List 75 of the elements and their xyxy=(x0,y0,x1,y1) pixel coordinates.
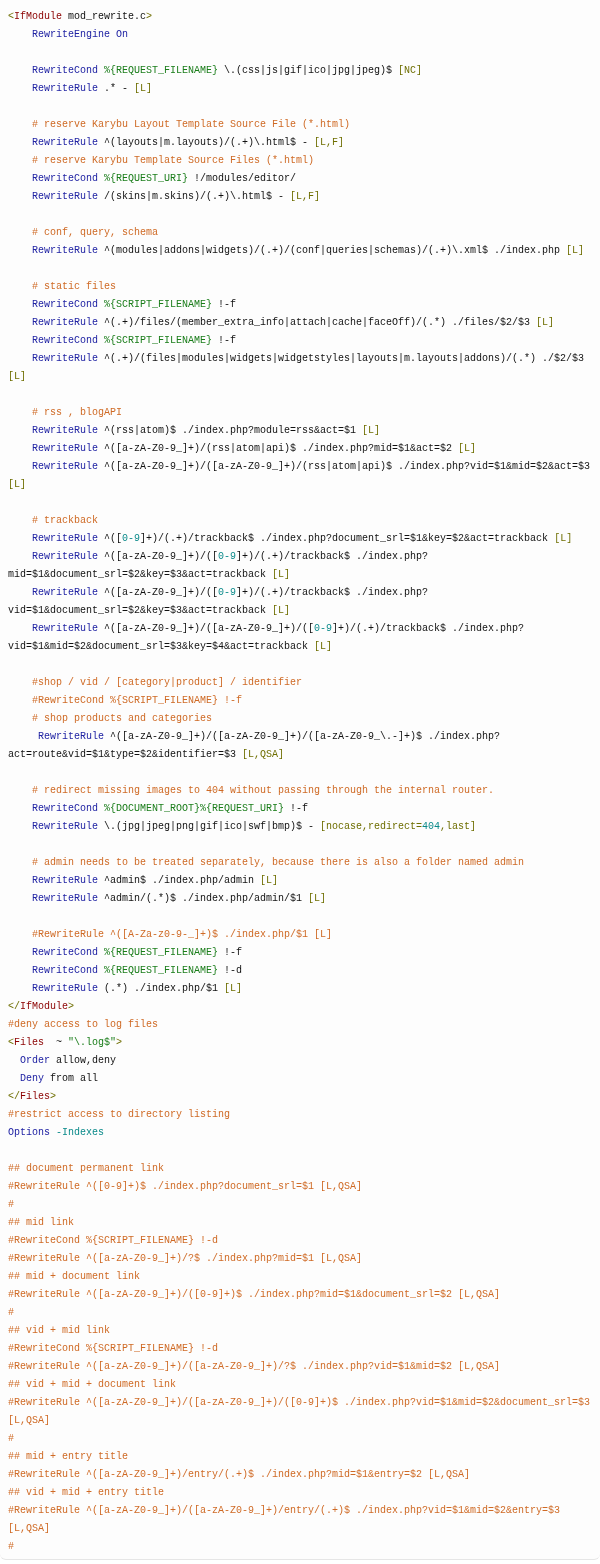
code-line: RewriteRule ^(modules|addons|widgets)/(.+)/(conf|queries|schemas)/(.+)\.xml$ ./index.php [L] xyxy=(32,244,585,258)
code-line: RewriteRule (.*) ./index.php/$1 [L] xyxy=(32,982,243,996)
code-line: # conf, query, schema xyxy=(32,226,159,240)
code-line: ## mid link xyxy=(8,1216,74,1230)
code-line: [L,QSA] xyxy=(8,1414,50,1428)
code-line: RewriteRule ^(rss|atom)$ ./index.php?module=rss&act=$1 [L] xyxy=(32,424,381,438)
code-line: [L] xyxy=(8,478,26,492)
code-line: # rss , blogAPI xyxy=(32,406,122,420)
code-line: vid=$1&mid=$2&document_srl=$3&key=$4&act=trackback [L] xyxy=(8,640,333,654)
code-line: </IfModule> xyxy=(8,1000,75,1014)
code-line: # trackback xyxy=(32,514,98,528)
code-line: ## vid + mid + entry title xyxy=(8,1486,165,1500)
code-line: RewriteRule ^([0-9]+)/(.+)/trackback$ ./index.php?document_srl=$1&key=$2&act=trackback [L] xyxy=(32,532,573,546)
code-line: RewriteRule ^(.+)/files/(member_extra_info|attach|cache|faceOff)/(.*) ./files/$2/$3 [L] xyxy=(32,316,555,330)
code-line: RewriteRule ^([a-zA-Z0-9_]+)/([0-9]+)/(.+)/trackback$ ./index.php? xyxy=(32,586,429,600)
code-line: #RewriteRule ^([a-zA-Z0-9_]+)/([a-zA-Z0-9_]+)/([0-9]+)$ ./index.php?vid=$1&mid=$2&document_srl=$3 xyxy=(8,1396,591,1410)
code-line: ## vid + mid link xyxy=(8,1324,111,1338)
code-line: # xyxy=(8,1432,14,1446)
code-line: RewriteRule ^([a-zA-Z0-9_]+)/([0-9]+)/(.+)/trackback$ ./index.php? xyxy=(32,550,429,564)
code-line: mid=$1&document_srl=$2&key=$3&act=trackback [L] xyxy=(8,568,291,582)
code-line: # redirect missing images to 404 without passing through the internal router. xyxy=(32,784,495,798)
code-line: RewriteCond %{SCRIPT_FILENAME} !-f xyxy=(32,298,237,312)
code-line: [L] xyxy=(8,370,26,384)
code-line: #RewriteRule ^([a-zA-Z0-9_]+)/entry/(.+)$ ./index.php?mid=$1&entry=$2 [L,QSA] xyxy=(8,1468,471,1482)
code-line: act=route&vid=$1&type=$2&identifier=$3 [L,QSA] xyxy=(8,748,285,762)
code-line: RewriteCond %{REQUEST_FILENAME} \.(css|js|gif|ico|jpg|jpeg)$ [NC] xyxy=(32,64,423,78)
code-line: #shop / vid / [category|product] / identifier xyxy=(32,676,303,690)
code-line: # reserve Karybu Template Source Files (*.html) xyxy=(32,154,315,168)
code-line: ## vid + mid + document link xyxy=(8,1378,177,1392)
code-line: #RewriteCond %{SCRIPT_FILENAME} !-d xyxy=(8,1234,219,1248)
code-line: RewriteCond %{REQUEST_FILENAME} !-d xyxy=(32,964,243,978)
code-line: #RewriteRule ^([a-zA-Z0-9_]+)/([a-zA-Z0-9_]+)/entry/(.+)$ ./index.php?vid=$1&mid=$2&entry=$3 xyxy=(8,1504,561,1518)
code-line: <IfModule mod_rewrite.c> xyxy=(8,10,153,24)
code-line: # xyxy=(8,1198,14,1212)
code-line: RewriteCond %{SCRIPT_FILENAME} !-f xyxy=(32,334,237,348)
code-line: RewriteCond %{REQUEST_URI} !/modules/editor/ xyxy=(32,172,297,186)
code-line: RewriteRule /(skins|m.skins)/(.+)\.html$ - [L,F] xyxy=(32,190,321,204)
code-line: # admin needs to be treated separately, because there is also a folder named admin xyxy=(32,856,525,870)
code-line: RewriteEngine On xyxy=(32,28,129,42)
code-line: RewriteRule ^admin/(.*)$ ./index.php/admin/$1 [L] xyxy=(32,892,327,906)
code-line: # static files xyxy=(32,280,116,294)
code-line: # xyxy=(8,1306,14,1320)
code-line: RewriteRule ^([a-zA-Z0-9_]+)/([a-zA-Z0-9_]+)/(rss|atom|api)$ ./index.php?vid=$1&mid=$2&act=$3 xyxy=(32,460,591,474)
code-line: #RewriteRule ^([A-Za-z0-9-_]+)$ ./index.php/$1 [L] xyxy=(32,928,333,942)
code-line: RewriteRule \.(jpg|jpeg|png|gif|ico|swf|bmp)$ - [nocase,redirect=404,last] xyxy=(32,820,477,834)
code-line: RewriteCond %{REQUEST_FILENAME} !-f xyxy=(32,946,243,960)
code-line: vid=$1&document_srl=$2&key=$3&act=trackback [L] xyxy=(8,604,291,618)
code-line: <Files ~ "\.log$"> xyxy=(8,1036,123,1050)
code-line: # reserve Karybu Layout Template Source File (*.html) xyxy=(32,118,351,132)
code-line: #RewriteCond %{SCRIPT_FILENAME} !-d xyxy=(8,1342,219,1356)
code-line: #RewriteCond %{SCRIPT_FILENAME} !-f xyxy=(32,694,243,708)
code-line: Options -Indexes xyxy=(8,1126,105,1140)
code-line: Deny from all xyxy=(20,1072,99,1086)
code-line: Order allow,deny xyxy=(20,1054,117,1068)
code-line: RewriteRule ^([a-zA-Z0-9_]+)/([a-zA-Z0-9_]+)/([0-9]+)/(.+)/trackback$ ./index.php? xyxy=(32,622,525,636)
code-line: #deny access to log files xyxy=(8,1018,159,1032)
code-line: RewriteRule ^(layouts|m.layouts)/(.+)\.html$ - [L,F] xyxy=(32,136,345,150)
code-line: #RewriteRule ^([0-9]+)$ ./index.php?document_srl=$1 [L,QSA] xyxy=(8,1180,363,1194)
code-line: [L,QSA] xyxy=(8,1522,50,1536)
code-line: # xyxy=(8,1540,14,1554)
code-line: RewriteRule ^([a-zA-Z0-9_]+)/([a-zA-Z0-9_]+)/([a-zA-Z0-9_\.-]+)$ ./index.php? xyxy=(38,730,501,744)
code-line: RewriteRule .* - [L] xyxy=(32,82,153,96)
code-line: ## mid + entry title xyxy=(8,1450,129,1464)
code-line: #restrict access to directory listing xyxy=(8,1108,231,1122)
code-line: RewriteRule ^admin$ ./index.php/admin [L] xyxy=(32,874,279,888)
code-line: # shop products and categories xyxy=(32,712,213,726)
code-line: #RewriteRule ^([a-zA-Z0-9_]+)/([0-9]+)$ ./index.php?mid=$1&document_srl=$2 [L,QSA] xyxy=(8,1288,501,1302)
code-line: RewriteCond %{DOCUMENT_ROOT}%{REQUEST_URI} !-f xyxy=(32,802,309,816)
code-line: ## document permanent link xyxy=(8,1162,165,1176)
code-line: #RewriteRule ^([a-zA-Z0-9_]+)/?$ ./index.php?mid=$1 [L,QSA] xyxy=(8,1252,363,1266)
code-line: #RewriteRule ^([a-zA-Z0-9_]+)/([a-zA-Z0-9_]+)/?$ ./index.php?vid=$1&mid=$2 [L,QSA] xyxy=(8,1360,501,1374)
code-line: ## mid + document link xyxy=(8,1270,141,1284)
code-line: RewriteRule ^([a-zA-Z0-9_]+)/(rss|atom|api)$ ./index.php?mid=$1&act=$2 [L] xyxy=(32,442,477,456)
code-line: </Files> xyxy=(8,1090,57,1104)
code-line: RewriteRule ^(.+)/(files|modules|widgets|widgetstyles|layouts|m.layouts|addons)/(.*) ./$2/$3 xyxy=(32,352,585,366)
